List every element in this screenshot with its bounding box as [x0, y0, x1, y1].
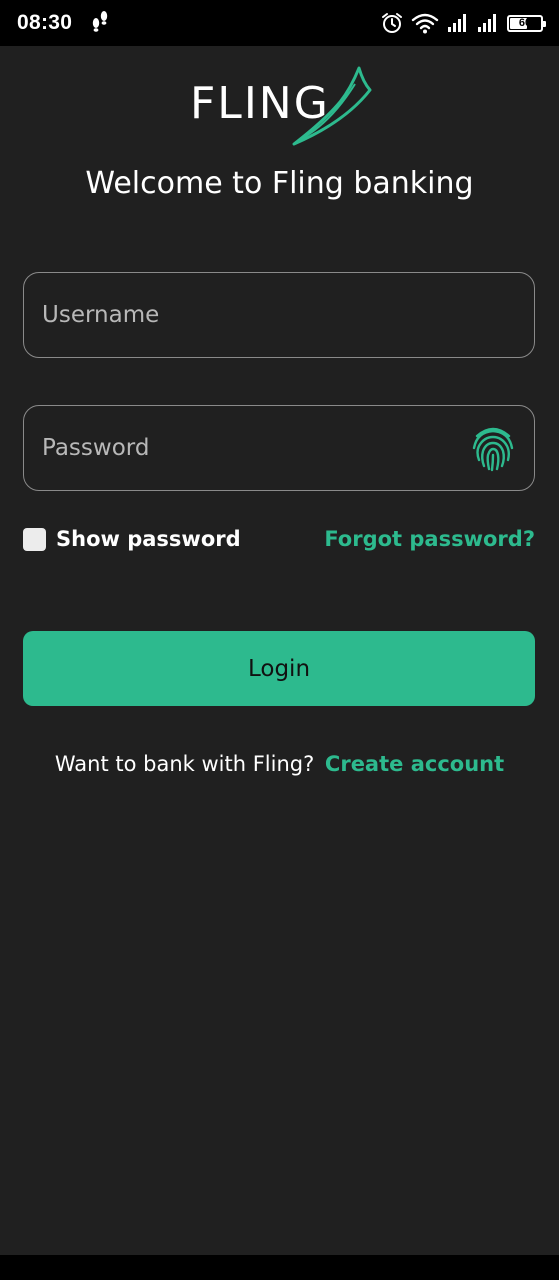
alarm-icon: [381, 12, 403, 34]
show-password-label: Show password: [56, 527, 241, 551]
create-account-link[interactable]: Create account: [325, 752, 504, 776]
signal-icon: [477, 13, 499, 33]
status-time: 08:30: [17, 11, 73, 34]
status-left: 08:30: [17, 10, 110, 36]
forgot-password-link[interactable]: Forgot password?: [324, 527, 535, 551]
system-nav-bar: [0, 1255, 559, 1280]
signal-icon: [447, 13, 469, 33]
login-button[interactable]: Login: [23, 631, 535, 706]
show-password-toggle[interactable]: Show password: [23, 527, 241, 551]
options-row: Show password Forgot password?: [23, 524, 535, 554]
login-screen: FLING Welcome to Fling banking Username …: [0, 46, 559, 1255]
signup-row: Want to bank with Fling? Create account: [0, 752, 559, 776]
battery-icon: 60: [507, 14, 546, 32]
fingerprint-icon[interactable]: [470, 423, 516, 473]
wifi-icon: [411, 12, 439, 34]
status-bar: 08:30 60: [0, 0, 559, 46]
battery-level: 60: [518, 16, 532, 29]
signup-prompt: Want to bank with Fling?: [54, 752, 315, 776]
footsteps-icon: [90, 10, 110, 36]
logo-swoosh-icon: [292, 66, 372, 146]
username-input[interactable]: [42, 302, 516, 328]
password-input[interactable]: [42, 435, 470, 461]
password-field[interactable]: [23, 405, 535, 491]
status-right: 60: [381, 12, 546, 34]
show-password-checkbox[interactable]: [23, 527, 46, 551]
welcome-heading: Welcome to Fling banking: [85, 166, 474, 201]
username-field[interactable]: [23, 272, 535, 358]
app-logo: FLING: [190, 62, 375, 148]
